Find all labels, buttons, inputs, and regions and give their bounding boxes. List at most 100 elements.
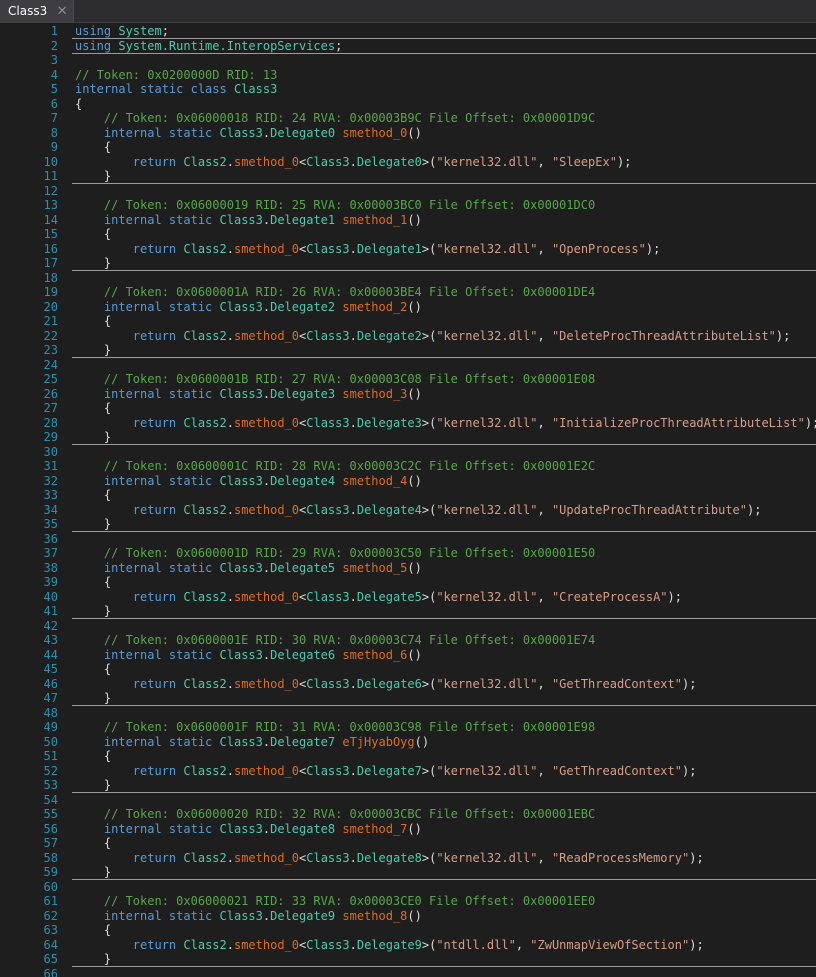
- code-line: 8 internal static Class3.Delegate0 smeth…: [0, 126, 816, 141]
- code-token: "kernel32.dll": [436, 589, 538, 604]
- code-line: 20 internal static Class3.Delegate2 smet…: [0, 300, 816, 315]
- code-token: Delegate2: [356, 328, 422, 343]
- code-token: "CreateProcessA": [551, 589, 668, 604]
- code-token: ,: [537, 589, 552, 604]
- code-token: smethod_0: [233, 502, 300, 517]
- line-number: 49: [43, 720, 58, 734]
- line-number: 23: [43, 343, 58, 357]
- code-token: Class3: [306, 328, 350, 343]
- code-token: using: [75, 38, 112, 53]
- code-token: Class2: [183, 241, 227, 256]
- code-text: using System;: [75, 24, 169, 39]
- code-line: 39 {: [0, 575, 816, 590]
- code-text: }: [75, 691, 111, 706]
- code-line: 25 // Token: 0x0600001B RID: 27 RVA: 0x0…: [0, 372, 816, 387]
- code-token: internal static: [75, 386, 213, 401]
- code-token: "kernel32.dll": [436, 850, 538, 865]
- code-token: Class3: [306, 850, 350, 865]
- code-line: 13 // Token: 0x06000019 RID: 25 RVA: 0x0…: [0, 198, 816, 213]
- code-editor[interactable]: 1 using System; 2 using System.Runtime.Inte…: [0, 23, 816, 977]
- code-token: .: [349, 502, 357, 517]
- code-token: Class2: [183, 763, 227, 778]
- code-token: // Token: 0x06000021 RID: 33 RVA: 0x0000…: [75, 894, 596, 908]
- line-number: 61: [43, 894, 58, 908]
- code-token: ;: [335, 38, 343, 53]
- line-number: 53: [43, 778, 58, 792]
- code-token: (): [407, 647, 422, 662]
- code-text: // Token: 0x0600001E RID: 30 RVA: 0x0000…: [75, 633, 595, 648]
- code-line: 50 internal static Class3.Delegate7 eTjH…: [0, 735, 816, 750]
- code-token: Class3: [219, 560, 263, 575]
- code-text: return Class2.smethod_0<Class3.Delegate1…: [75, 241, 661, 257]
- code-token: Delegate6: [356, 676, 422, 691]
- code-token: System.Runtime.InteropServices: [118, 38, 336, 53]
- code-token: Delegate6: [270, 647, 336, 662]
- code-token: Delegate0: [356, 154, 422, 169]
- code-text: }: [75, 865, 111, 880]
- line-number: 47: [43, 691, 58, 705]
- code-text: {: [75, 401, 111, 416]
- code-token: smethod_1: [342, 212, 408, 227]
- code-token: "kernel32.dll": [436, 328, 538, 343]
- code-line: 32 internal static Class3.Delegate4 smet…: [0, 474, 816, 489]
- code-token: >(: [421, 154, 437, 169]
- code-line: 56 internal static Class3.Delegate8 smet…: [0, 822, 816, 837]
- code-token: {: [75, 575, 112, 589]
- line-number: 24: [43, 357, 58, 372]
- line-number: 15: [43, 227, 58, 241]
- code-token: Class3: [219, 125, 263, 140]
- code-token: }: [75, 256, 112, 270]
- code-text: }: [75, 778, 111, 793]
- code-token: Class2: [183, 154, 227, 169]
- line-number: 42: [43, 618, 58, 633]
- code-token: .: [349, 241, 357, 256]
- code-token: smethod_0: [233, 676, 300, 691]
- code-line: 66: [0, 967, 816, 977]
- close-icon[interactable]: ✕: [55, 4, 69, 19]
- line-number: 4: [50, 67, 58, 82]
- line-number: 65: [43, 952, 58, 966]
- code-token: ,: [515, 937, 531, 952]
- code-line: 40 return Class2.smethod_0<Class3.Delega…: [0, 590, 816, 605]
- code-token: smethod_0: [233, 154, 300, 169]
- tab-class3[interactable]: Class3 ✕: [0, 0, 75, 22]
- code-token: Delegate5: [270, 560, 336, 575]
- code-text: internal static Class3.Delegate8 smethod…: [75, 822, 422, 837]
- code-token: return: [75, 850, 177, 865]
- tab-bar: Class3 ✕: [0, 0, 816, 23]
- code-line: 22 return Class2.smethod_0<Class3.Delega…: [0, 329, 816, 344]
- code-text: {: [75, 836, 111, 851]
- code-token: .: [226, 937, 234, 952]
- code-token: >(: [421, 589, 437, 604]
- code-token: );: [667, 589, 682, 604]
- code-line: 27 {: [0, 401, 816, 416]
- code-token: .: [349, 676, 357, 691]
- code-token: // Token: 0x0600001C RID: 28 RVA: 0x0000…: [75, 459, 596, 473]
- code-token: Class2: [183, 415, 227, 430]
- code-token: "ReadProcessMemory": [551, 850, 690, 865]
- code-token: .: [349, 937, 357, 952]
- code-token: // Token: 0x0200000D RID: 13: [75, 67, 278, 82]
- code-text: {: [75, 575, 111, 590]
- code-text: {: [75, 227, 111, 242]
- code-token: "kernel32.dll": [436, 676, 538, 691]
- code-token: Class3: [219, 734, 263, 749]
- code-token: >(: [421, 763, 437, 778]
- code-token: System: [118, 24, 162, 38]
- code-token: // Token: 0x06000019 RID: 25 RVA: 0x0000…: [75, 198, 596, 212]
- line-number: 57: [43, 836, 58, 850]
- line-number: 17: [43, 256, 58, 270]
- line-number: 34: [43, 502, 58, 517]
- code-token: Delegate8: [356, 850, 422, 865]
- code-token: .: [226, 850, 234, 865]
- code-line: 21 {: [0, 314, 816, 329]
- code-token: Class3: [306, 763, 350, 778]
- code-token: .: [349, 415, 357, 430]
- code-text: }: [75, 604, 111, 619]
- line-number: 27: [43, 401, 58, 415]
- code-token: ,: [537, 241, 552, 256]
- code-text: internal static Class3.Delegate2 smethod…: [75, 300, 422, 315]
